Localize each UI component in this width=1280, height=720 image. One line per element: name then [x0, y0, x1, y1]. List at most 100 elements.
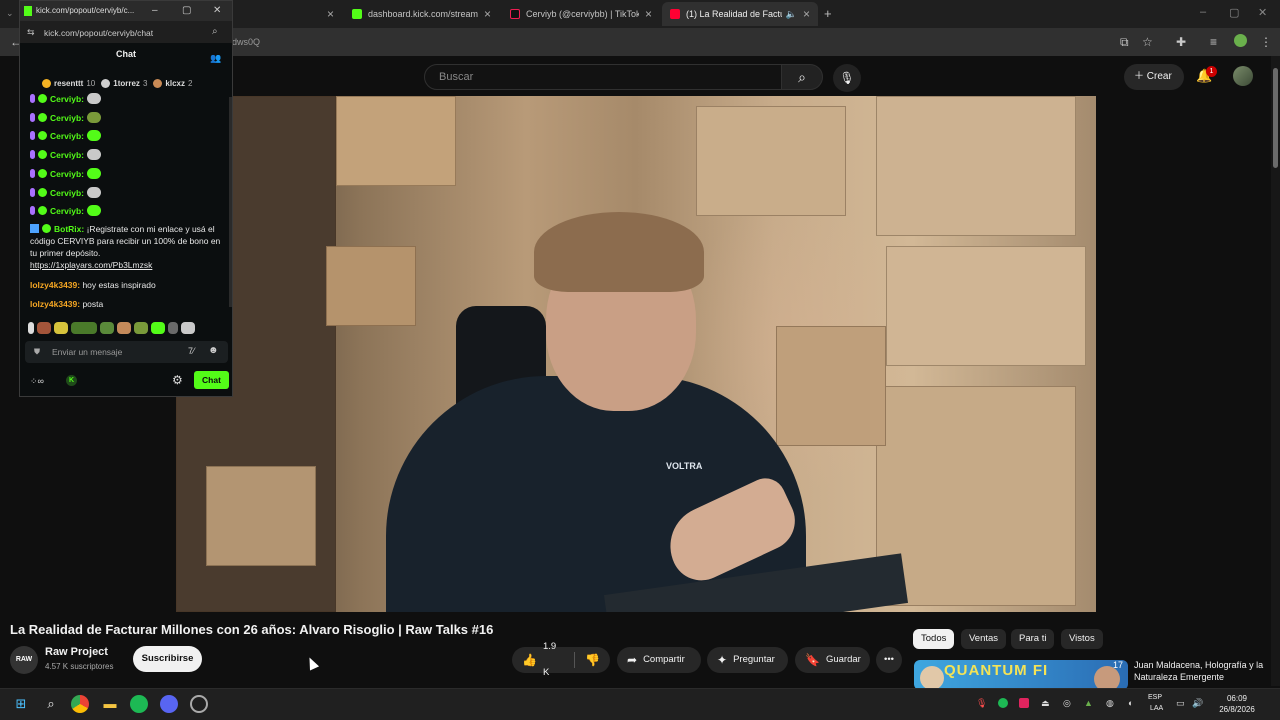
- emote[interactable]: [87, 186, 102, 198]
- emote[interactable]: [117, 322, 131, 334]
- network-icon[interactable]: ▭: [1176, 698, 1185, 709]
- site-info-icon[interactable]: ⇆: [27, 27, 35, 38]
- search-button[interactable]: ⌕: [781, 64, 823, 90]
- cast-icon[interactable]: ⧉: [1120, 35, 1129, 50]
- emote[interactable]: [168, 322, 178, 334]
- close-icon[interactable]: ×: [803, 7, 810, 21]
- chat-username[interactable]: lolzy4k3439:: [30, 299, 80, 309]
- profile-avatar[interactable]: [1234, 34, 1247, 47]
- emote[interactable]: [87, 205, 102, 217]
- like-count[interactable]: 1.9 K: [543, 634, 565, 686]
- emote[interactable]: [87, 167, 102, 179]
- ask-button[interactable]: ✦ Preguntar: [707, 647, 788, 673]
- recommended-thumbnail[interactable]: QUANTUM FI: [914, 660, 1128, 690]
- new-tab-button[interactable]: +: [824, 6, 832, 21]
- leaderboard-entry[interactable]: klcxz 2: [153, 77, 192, 89]
- tray-app-icon[interactable]: [1019, 698, 1029, 708]
- windows-start-icon[interactable]: ⊞: [12, 695, 30, 713]
- subscribe-button[interactable]: Suscribirse: [133, 646, 202, 672]
- vpn-icon[interactable]: ◎: [1063, 698, 1071, 709]
- kick-logo-icon[interactable]: K: [66, 375, 77, 386]
- speaker-icon[interactable]: 🔈: [786, 9, 797, 20]
- bookmark-star-icon[interactable]: ☆: [1142, 35, 1153, 49]
- emote[interactable]: [87, 130, 102, 142]
- promo-link[interactable]: https://1xplayars.com/Pb3Lmzsk: [30, 260, 152, 270]
- chip-vistos[interactable]: Vistos: [1061, 629, 1103, 649]
- chat-username[interactable]: Cerviyb:: [50, 169, 84, 179]
- emote[interactable]: [28, 322, 34, 334]
- voice-search-button[interactable]: 🎙: [833, 64, 861, 92]
- emote[interactable]: [100, 322, 114, 334]
- save-button[interactable]: 🔖 Guardar: [795, 647, 870, 673]
- media-icon[interactable]: ≡: [1210, 35, 1217, 49]
- channel-points[interactable]: ⁘∞: [30, 376, 44, 387]
- window-close-icon[interactable]: ✕: [1258, 6, 1267, 19]
- spotify-tray-icon[interactable]: [998, 698, 1008, 708]
- emote-menu-icon[interactable]: 7⁄: [188, 346, 195, 356]
- popout-titlebar[interactable]: kick.com/popout/cerviyb/c... – ▢ ✕: [20, 1, 232, 21]
- tab-blank[interactable]: ×: [232, 2, 342, 26]
- chip-todos[interactable]: Todos: [913, 629, 955, 649]
- emote[interactable]: [54, 322, 68, 334]
- clock-date[interactable]: 26/8/2026: [1212, 705, 1262, 714]
- close-icon[interactable]: ×: [327, 7, 334, 21]
- thumbs-up-icon[interactable]: 👍: [522, 647, 537, 673]
- chat-username[interactable]: Cerviyb:: [50, 94, 84, 104]
- maximize-icon[interactable]: ▢: [182, 5, 191, 16]
- page-scrollbar-thumb[interactable]: [1273, 68, 1278, 168]
- chat-username[interactable]: Cerviyb:: [50, 150, 84, 160]
- emote[interactable]: [37, 322, 51, 334]
- channel-name[interactable]: Raw Project: [45, 646, 108, 658]
- tab-search-icon[interactable]: ⌄: [6, 8, 14, 19]
- chrome-icon[interactable]: [71, 695, 89, 713]
- emote[interactable]: [87, 111, 102, 123]
- spotify-icon[interactable]: [130, 695, 148, 713]
- chat-username[interactable]: BotRix:: [54, 224, 84, 234]
- tab-kick-dashboard[interactable]: dashboard.kick.com/stream ×: [344, 2, 499, 26]
- clock-time[interactable]: 06:09: [1212, 694, 1262, 703]
- emote[interactable]: [71, 322, 97, 334]
- chat-username[interactable]: Cerviyb:: [50, 131, 84, 141]
- leaderboard-entry[interactable]: 1torrez 3: [101, 77, 147, 89]
- search-icon[interactable]: ⌕: [212, 26, 218, 37]
- tray-app-icon[interactable]: ◍: [1106, 698, 1114, 709]
- recommended-title[interactable]: Juan Maldacena, Holografía y la Naturale…: [1134, 659, 1264, 683]
- nvidia-icon[interactable]: ▲: [1084, 698, 1093, 708]
- more-actions-button[interactable]: •••: [876, 647, 902, 673]
- mic-muted-icon[interactable]: 🎙: [976, 698, 987, 709]
- emote[interactable]: [87, 149, 102, 161]
- extensions-icon[interactable]: ✚: [1176, 35, 1186, 49]
- close-icon[interactable]: ×: [484, 7, 491, 21]
- user-avatar[interactable]: [1233, 66, 1253, 86]
- search-icon[interactable]: ⌕: [42, 695, 60, 713]
- keyboard-language[interactable]: ESP: [1148, 694, 1162, 701]
- chat-username[interactable]: lolzy4k3439:: [30, 280, 80, 290]
- chip-ventas[interactable]: Ventas: [961, 629, 1007, 649]
- maximize-icon[interactable]: ▢: [1229, 6, 1239, 19]
- tab-tiktok[interactable]: Cerviyb (@cerviybb) | TikTok ×: [502, 2, 660, 26]
- discord-icon[interactable]: [160, 695, 178, 713]
- gear-icon[interactable]: ⚙: [172, 373, 183, 387]
- app-icon[interactable]: [190, 695, 208, 713]
- minimize-icon[interactable]: –: [1200, 6, 1206, 18]
- url-text[interactable]: dws0Q: [232, 37, 260, 47]
- search-input[interactable]: Buscar: [424, 64, 782, 90]
- volume-icon[interactable]: 🔊: [1192, 698, 1203, 709]
- chat-username[interactable]: Cerviyb:: [50, 113, 84, 123]
- close-icon[interactable]: ✕: [213, 5, 221, 16]
- chat-scrollbar[interactable]: [229, 97, 232, 307]
- file-explorer-icon[interactable]: ▬: [101, 695, 119, 713]
- close-icon[interactable]: ×: [645, 7, 652, 21]
- channel-avatar[interactable]: RAW: [10, 646, 38, 674]
- chip-para-ti[interactable]: Para ti: [1011, 629, 1055, 649]
- keyboard-layout[interactable]: LAA: [1150, 705, 1163, 712]
- chat-input-placeholder[interactable]: Enviar un mensaje: [52, 347, 122, 357]
- thumbs-down-icon[interactable]: 👎: [585, 647, 600, 673]
- tab-youtube[interactable]: (1) La Realidad de Facturar I 🔈 ×: [662, 2, 818, 26]
- emote[interactable]: [87, 93, 102, 104]
- video-player[interactable]: VOLTRA: [176, 96, 1096, 612]
- minimize-icon[interactable]: –: [152, 5, 158, 16]
- emoji-icon[interactable]: ☻: [208, 345, 219, 356]
- create-button[interactable]: ＋ Crear: [1124, 64, 1184, 90]
- users-icon[interactable]: 👥: [210, 53, 221, 64]
